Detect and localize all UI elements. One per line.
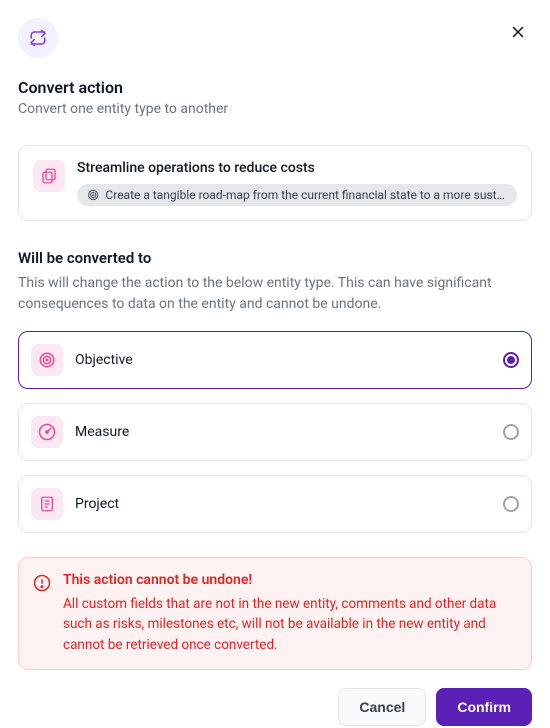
alert-title: This action cannot be undone!: [63, 572, 517, 588]
project-icon: [31, 488, 63, 520]
option-label: Project: [75, 496, 491, 512]
source-entity-card: Streamline operations to reduce costs Cr…: [18, 145, 532, 221]
section-description: This will change the action to the below…: [18, 273, 532, 315]
radio-unselected: [503, 424, 519, 440]
convert-icon: [18, 18, 58, 58]
action-icon: [33, 160, 65, 192]
modal-footer: Cancel Confirm: [18, 670, 532, 726]
option-project[interactable]: Project: [18, 475, 532, 533]
close-icon: [509, 23, 527, 41]
section-title: Will be converted to: [18, 249, 532, 267]
option-label: Objective: [75, 352, 491, 368]
alert-icon: [33, 574, 51, 655]
objective-icon: [31, 344, 63, 376]
entity-title: Streamline operations to reduce costs: [77, 160, 517, 176]
option-measure[interactable]: Measure: [18, 403, 532, 461]
modal-title: Convert action: [18, 78, 532, 97]
warning-alert: This action cannot be undone! All custom…: [18, 557, 532, 670]
radio-unselected: [503, 496, 519, 512]
target-icon: [87, 188, 99, 202]
confirm-button[interactable]: Confirm: [436, 688, 532, 726]
cancel-button[interactable]: Cancel: [338, 688, 426, 726]
close-button[interactable]: [504, 18, 532, 46]
option-objective[interactable]: Objective: [18, 331, 532, 389]
measure-icon: [31, 416, 63, 448]
alert-text: All custom fields that are not in the ne…: [63, 594, 517, 655]
entity-chip: Create a tangible road-map from the curr…: [77, 184, 517, 206]
modal-subtitle: Convert one entity type to another: [18, 101, 532, 117]
option-label: Measure: [75, 424, 491, 440]
entity-chip-text: Create a tangible road-map from the curr…: [105, 188, 507, 202]
modal-header: [18, 18, 532, 58]
radio-selected: [503, 352, 519, 368]
